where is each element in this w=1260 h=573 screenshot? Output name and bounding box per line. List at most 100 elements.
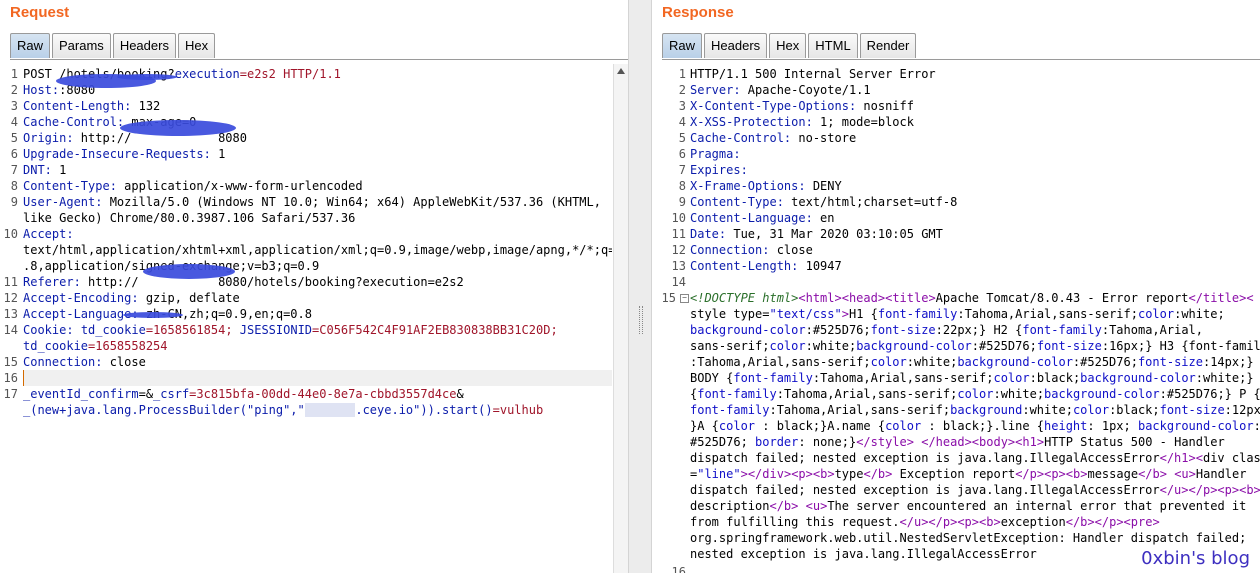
css-property: color xyxy=(1137,307,1175,321)
code-line[interactable] xyxy=(690,274,1260,290)
code-line[interactable]: text/html,application/xhtml+xml,applicat… xyxy=(23,242,612,258)
code-line[interactable]: }A {color : black;}A.name {color : black… xyxy=(690,418,1260,434)
param-name: execution xyxy=(174,67,240,81)
pane-splitter[interactable] xyxy=(628,0,652,573)
code-line[interactable]: from fulfilling this request.</u></p><p>… xyxy=(690,514,1260,530)
code-line[interactable]: HTTP/1.1 500 Internal Server Error xyxy=(690,66,1260,82)
code-line[interactable]: org.springframework.web.util.NestedServl… xyxy=(690,530,1260,546)
fold-icon[interactable]: − xyxy=(680,294,689,303)
html-tag: </p> xyxy=(1188,483,1218,497)
css-property: color xyxy=(993,371,1030,385)
code-line[interactable]: Connection: close xyxy=(23,354,612,370)
line-number: 5 xyxy=(10,131,18,145)
line-number: 13 xyxy=(671,259,686,273)
code-line[interactable]: Content-Length: 10947 xyxy=(690,258,1260,274)
code-line[interactable]: X-Content-Type-Options: nosniff xyxy=(690,98,1260,114)
code-line[interactable]: Pragma: xyxy=(690,146,1260,162)
tab-hex[interactable]: Hex xyxy=(769,33,807,58)
code-line[interactable]: Content-Language: en xyxy=(690,210,1260,226)
header-value: Mozilla/5.0 (Windows NT 10.0; Win64; x64… xyxy=(102,195,601,209)
code-line[interactable]: Referer: http:// 8080/hotels/booking?exe… xyxy=(23,274,612,290)
code-line[interactable]: background-color:#525D76;font-size:22px;… xyxy=(690,322,1260,338)
code-line[interactable]: Content-Length: 132 xyxy=(23,98,612,114)
code-line[interactable]: Accept-Encoding: gzip, deflate xyxy=(23,290,612,306)
request-scrollbar[interactable] xyxy=(613,64,628,573)
line-number: 13 xyxy=(3,307,18,321)
tab-params[interactable]: Params xyxy=(52,33,111,58)
line-number: 10 xyxy=(3,227,18,241)
code-line[interactable]: Connection: close xyxy=(690,242,1260,258)
html-tag: > xyxy=(841,307,849,321)
line-number: 4 xyxy=(10,115,18,129)
code-line[interactable]: User-Agent: Mozilla/5.0 (Windows NT 10.0… xyxy=(23,194,612,210)
code-line[interactable]: :Tahoma,Arial,sans-serif;color:white;bac… xyxy=(690,354,1260,370)
request-gutter: 1 2 3 4 5 6 7 8 9 10 11 12 13 14 15 16 17 xyxy=(0,64,18,573)
css-property: font-family xyxy=(690,403,770,417)
tab-html[interactable]: HTML xyxy=(808,33,858,58)
html-tag: <h1> xyxy=(1015,435,1045,449)
css-property: font-family xyxy=(877,307,958,321)
code-line[interactable]: X-XSS-Protection: 1; mode=block xyxy=(690,114,1260,130)
code-line[interactable]: {font-family:Tahoma,Arial,sans-serif;col… xyxy=(690,386,1260,402)
tab-raw[interactable]: Raw xyxy=(662,33,703,58)
html-tag: <head> xyxy=(841,291,886,305)
code-line[interactable]: dispatch failed; nested exception is jav… xyxy=(690,450,1260,466)
header-name: Cookie: xyxy=(23,323,74,337)
code-line[interactable]: X-Frame-Options: DENY xyxy=(690,178,1260,194)
code-line[interactable]: like Gecko) Chrome/80.0.3987.106 Safari/… xyxy=(23,210,612,226)
html-tag: </b> xyxy=(769,499,799,513)
css-property: color xyxy=(870,355,907,369)
tab-raw[interactable]: Raw xyxy=(10,33,51,58)
code-line[interactable]: .8,application/signed-exchange;v=b3;q=0.… xyxy=(23,258,612,274)
code-line[interactable]: Content-Type: text/html;charset=utf-8 xyxy=(690,194,1260,210)
code-line[interactable]: ="line"></div><p><b>type</b> Exception r… xyxy=(690,466,1260,482)
html-tag: </u> xyxy=(899,515,929,529)
code-line[interactable]: _(new+java.lang.ProcessBuilder("ping"," … xyxy=(23,402,612,418)
splitter-grip-icon[interactable] xyxy=(639,306,643,334)
code-line[interactable]: Server: Apache-Coyote/1.1 xyxy=(690,82,1260,98)
html-tag: </b> xyxy=(863,467,893,481)
header-value: close xyxy=(102,355,146,369)
response-editor[interactable]: 1 2 3 4 5 6 7 8 9 10 11 12 13 14 15−16 HTTP/1.1 500 In… xyxy=(652,64,1260,573)
line-number: 17 xyxy=(3,387,18,401)
html-tag: < xyxy=(1246,291,1254,305)
code-line[interactable]: Date: Tue, 31 Mar 2020 03:10:05 GMT xyxy=(690,226,1260,242)
code-line[interactable]: DNT: 1 xyxy=(23,162,612,178)
code-line[interactable]: #525D76; border: none;}</style> </head><… xyxy=(690,434,1260,450)
request-editor[interactable]: 1234567891011121314151617 POST /hotels/b… xyxy=(0,64,628,573)
line-number: 7 xyxy=(678,163,686,177)
code-line[interactable]: _eventId_confirm=&_csrf=3c815bfa-00dd-44… xyxy=(23,386,612,402)
code-line[interactable]: td_cookie=1658558254 xyxy=(23,338,612,354)
code-line[interactable]: Upgrade-Insecure-Requests: 1 xyxy=(23,146,612,162)
css-property: font-family xyxy=(697,387,777,401)
html-tag: <b> xyxy=(979,515,1001,529)
code-line[interactable]: dispatch failed; nested exception is jav… xyxy=(690,482,1260,498)
css-property: font-size xyxy=(1159,403,1225,417)
code-line[interactable]: sans-serif;color:white;background-color:… xyxy=(690,338,1260,354)
line-number: 6 xyxy=(678,147,686,161)
header-name: Origin: xyxy=(23,131,74,145)
line-number: 11 xyxy=(671,227,686,241)
code-line[interactable]: BODY {font-family:Tahoma,Arial,sans-seri… xyxy=(690,370,1260,386)
code-line[interactable]: Cache-Control: no-store xyxy=(690,130,1260,146)
tab-hex[interactable]: Hex xyxy=(177,33,216,58)
code-line[interactable]: style type="text/css">H1 {font-family:Ta… xyxy=(690,306,1260,322)
code-line[interactable]: Accept-Language: zh-CN,zh;q=0.9,en;q=0.8 xyxy=(23,306,612,322)
header-name: Host: xyxy=(23,83,60,97)
code-line[interactable]: Cookie: td_cookie=1658561854; JSESSIONID… xyxy=(23,322,612,338)
code-line[interactable] xyxy=(23,370,612,386)
code-line[interactable]: Cache-Control: max-age=0 xyxy=(23,114,612,130)
code-line[interactable]: <!DOCTYPE html><html><head><title>Apache… xyxy=(690,290,1260,306)
scroll-up-icon[interactable] xyxy=(617,68,625,74)
tab-render[interactable]: Render xyxy=(859,33,917,58)
code-line[interactable]: description</b> <u>The server encountere… xyxy=(690,498,1260,514)
code-line[interactable]: Accept: xyxy=(23,226,612,242)
code-line[interactable]: Content-Type: application/x-www-form-url… xyxy=(23,178,612,194)
tab-headers[interactable]: Headers xyxy=(112,33,176,58)
header-name: Pragma: xyxy=(690,147,741,161)
code-line[interactable]: Expires: xyxy=(690,162,1260,178)
tab-headers[interactable]: Headers xyxy=(704,33,768,58)
code-line[interactable]: Origin: http:// 8080 xyxy=(23,130,612,146)
line-number: 10 xyxy=(671,211,686,225)
code-line[interactable]: font-family:Tahoma,Arial,sans-serif;back… xyxy=(690,402,1260,418)
